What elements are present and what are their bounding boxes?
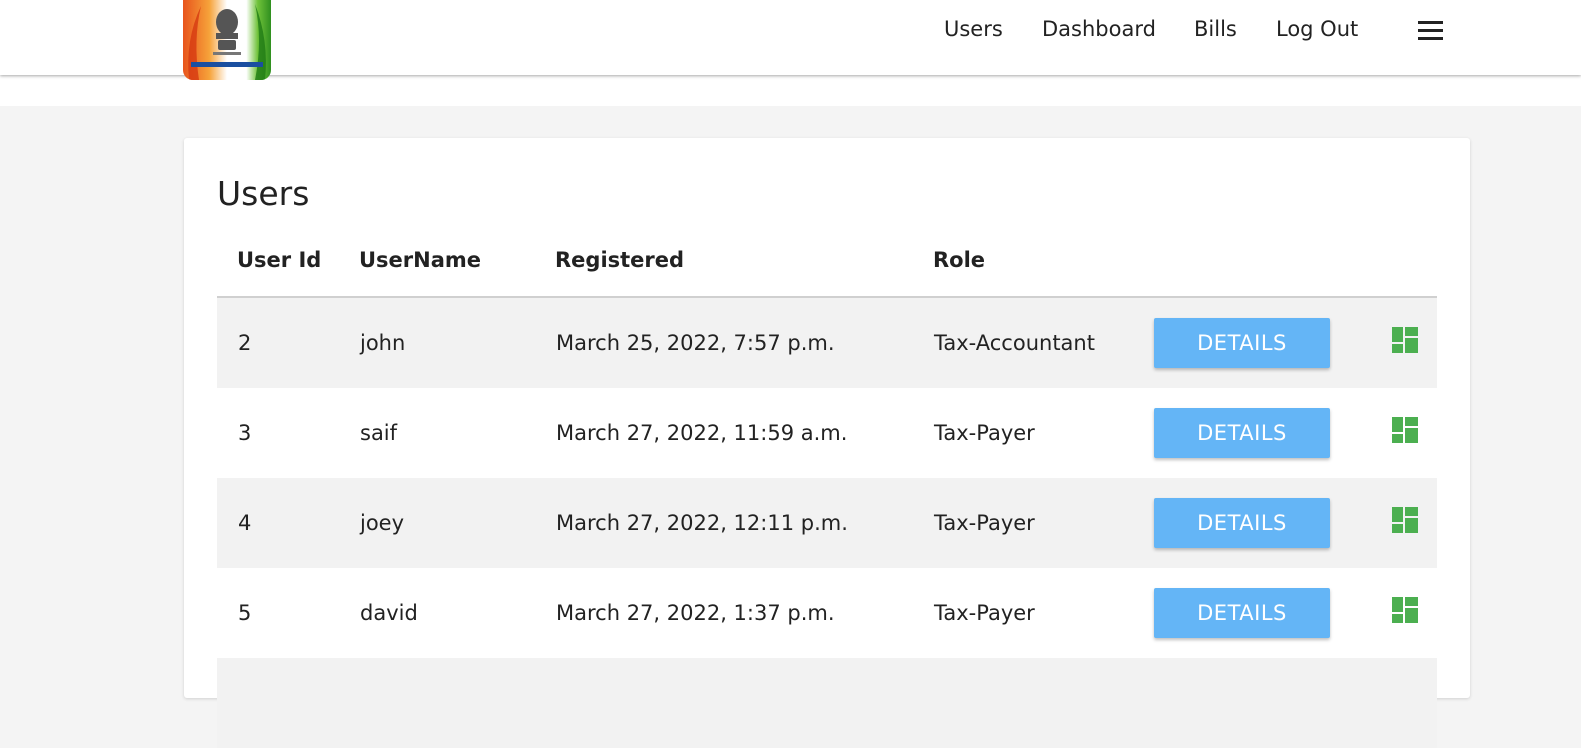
hamburger-icon[interactable] xyxy=(1418,21,1444,41)
role-cell: Tax-Payer xyxy=(934,421,1035,445)
registered-cell: March 25, 2022, 7:57 p.m. xyxy=(556,331,835,355)
column-header-registered: Registered xyxy=(555,248,685,272)
user-id-cell: 2 xyxy=(238,331,252,355)
username-cell: john xyxy=(360,331,406,355)
nav-dashboard[interactable]: Dashboard xyxy=(1042,17,1156,41)
username-cell: david xyxy=(360,601,418,625)
registered-cell: March 27, 2022, 1:37 p.m. xyxy=(556,601,835,625)
top-navbar: Users Dashboard Bills Log Out xyxy=(0,0,1581,80)
username-cell: saif xyxy=(360,421,398,445)
details-button[interactable]: DETAILS xyxy=(1154,498,1330,548)
table-row: 3 saif March 27, 2022, 11:59 a.m. Tax-Pa… xyxy=(217,388,1437,478)
dashboard-icon[interactable] xyxy=(1392,507,1418,533)
registered-cell: March 27, 2022, 11:59 a.m. xyxy=(556,421,848,445)
users-card: Users User Id UserName Registered Role 2… xyxy=(184,138,1470,748)
table-row: 5 david March 27, 2022, 1:37 p.m. Tax-Pa… xyxy=(217,568,1437,658)
nav-users[interactable]: Users xyxy=(944,17,1003,41)
user-id-cell: 4 xyxy=(238,511,252,535)
user-id-cell: 5 xyxy=(238,601,252,625)
details-button[interactable]: DETAILS xyxy=(1154,588,1330,638)
nav-log-out[interactable]: Log Out xyxy=(1276,17,1358,41)
page-title: Users xyxy=(217,174,310,213)
username-cell: joey xyxy=(360,511,405,535)
column-header-username: UserName xyxy=(359,248,482,272)
column-header-role: Role xyxy=(933,248,986,272)
user-id-cell: 3 xyxy=(238,421,252,445)
details-button[interactable]: DETAILS xyxy=(1154,318,1330,368)
role-cell: Tax-Payer xyxy=(934,511,1035,535)
table-row: 2 john March 25, 2022, 7:57 p.m. Tax-Acc… xyxy=(217,298,1437,388)
dashboard-icon[interactable] xyxy=(1392,417,1418,443)
details-button[interactable]: DETAILS xyxy=(1154,408,1330,458)
role-cell: Tax-Payer xyxy=(934,601,1035,625)
column-header-user-id: User Id xyxy=(237,248,322,272)
main-nav: Users Dashboard Bills Log Out xyxy=(0,0,1581,62)
role-cell: Tax-Accountant xyxy=(934,331,1095,355)
dashboard-icon[interactable] xyxy=(1392,597,1418,623)
table-row: 4 joey March 27, 2022, 12:11 p.m. Tax-Pa… xyxy=(217,478,1437,568)
nav-bills[interactable]: Bills xyxy=(1194,17,1237,41)
dashboard-icon[interactable] xyxy=(1392,327,1418,353)
registered-cell: March 27, 2022, 12:11 p.m. xyxy=(556,511,848,535)
